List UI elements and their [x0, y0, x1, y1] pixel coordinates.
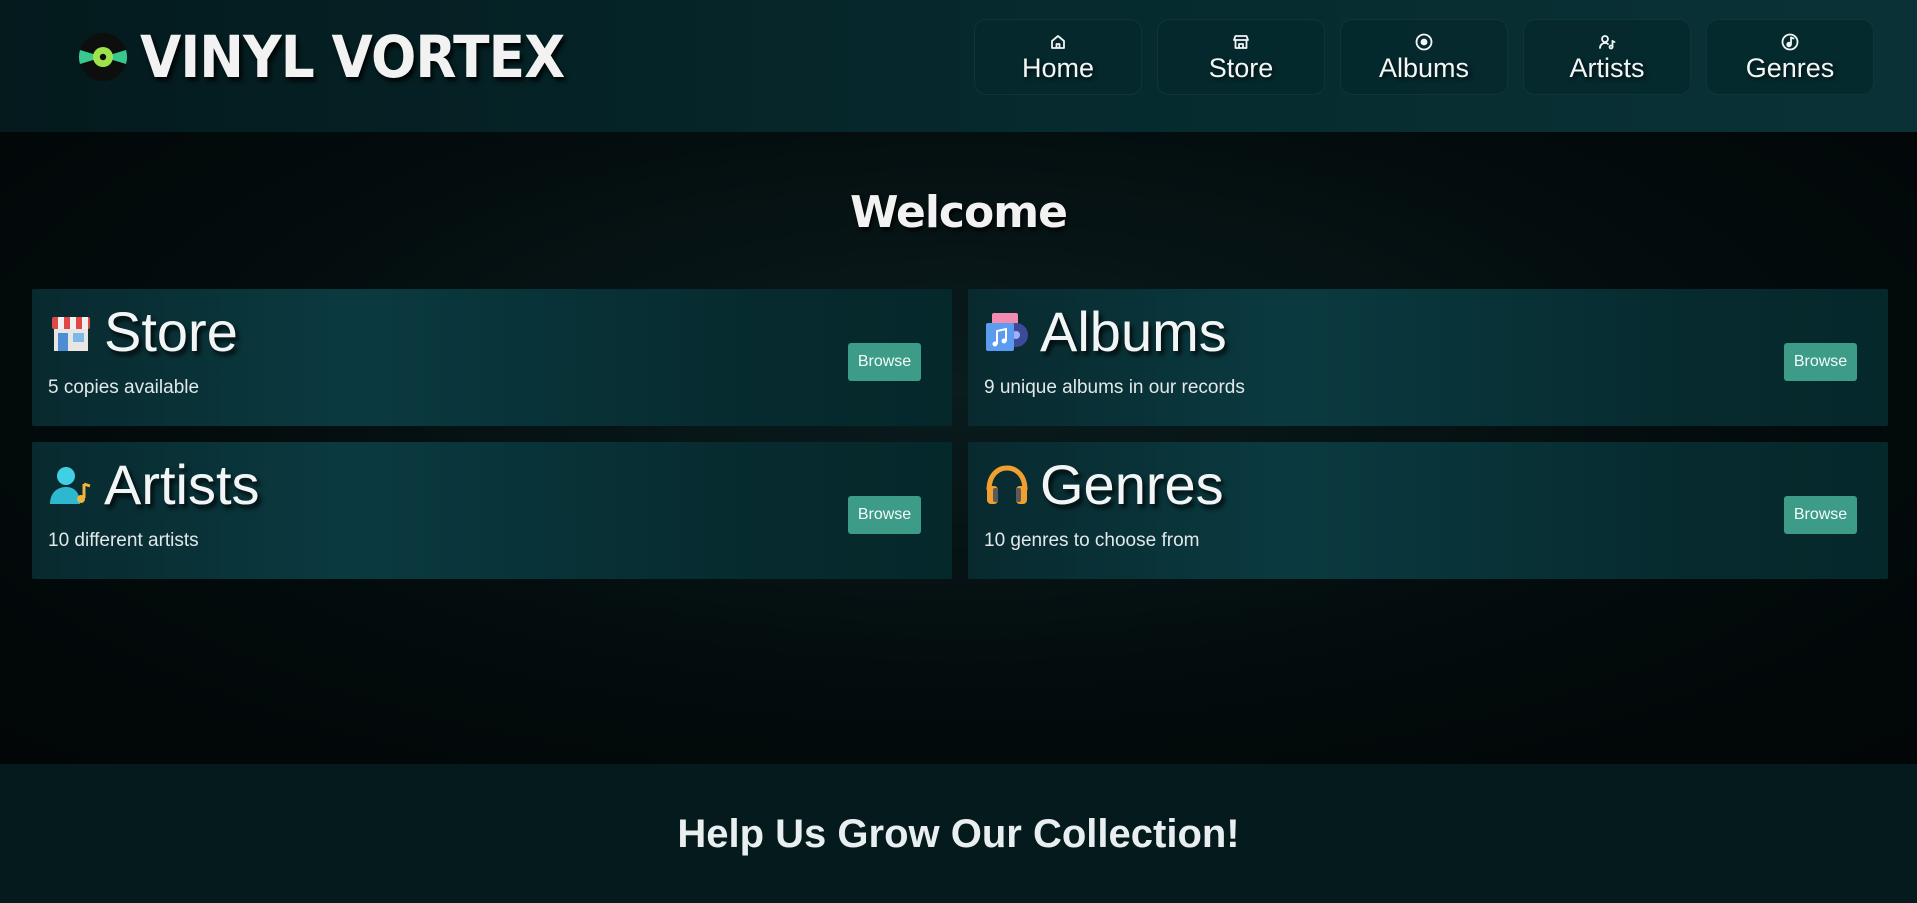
user-music-icon: [1599, 34, 1616, 49]
store-emoji-icon: [52, 317, 90, 351]
card-albums-description: 9 unique albums in our records: [984, 377, 1245, 398]
card-albums-name: Albums: [1040, 300, 1227, 363]
brand[interactable]: VINYL VORTEX: [78, 28, 601, 86]
site-header: VINYL VORTEX Home Store Albums Artists G…: [0, 0, 1917, 132]
card-artists-title: Artists: [48, 454, 260, 516]
contribute-heading: Help Us Grow Our Collection!: [677, 812, 1240, 856]
card-artists-description: 10 different artists: [48, 530, 199, 551]
card-artists-name: Artists: [104, 453, 260, 516]
main-nav: Home Store Albums Artists Genres: [974, 19, 1874, 95]
store-browse-button[interactable]: Browse: [848, 343, 921, 381]
home-icon: [1051, 34, 1065, 49]
card-genres-description: 10 genres to choose from: [984, 530, 1200, 551]
headphones-emoji-icon: [986, 465, 1028, 504]
nav-home[interactable]: Home: [974, 19, 1142, 95]
nav-albums-label: Albums: [1378, 52, 1470, 83]
disc-icon: [1415, 33, 1433, 50]
store-icon: [1233, 34, 1249, 49]
artist-emoji-icon: [50, 467, 91, 504]
card-artists: Artists 10 different artists Browse: [32, 442, 952, 579]
card-store-title: Store: [48, 301, 238, 363]
albums-emoji-icon: [986, 313, 1028, 351]
music-note-icon: [1781, 33, 1799, 50]
nav-artists-label: Artists: [1569, 52, 1645, 83]
card-genres-title: Genres: [984, 454, 1224, 516]
nav-genres[interactable]: Genres: [1706, 19, 1874, 95]
nav-artists[interactable]: Artists: [1523, 19, 1691, 95]
artists-browse-button[interactable]: Browse: [848, 496, 921, 534]
nav-albums[interactable]: Albums: [1340, 19, 1508, 95]
albums-browse-button[interactable]: Browse: [1784, 343, 1857, 381]
brand-name: VINYL VORTEX: [140, 23, 565, 91]
nav-home-label: Home: [1021, 52, 1095, 83]
vinyl-record-icon: [78, 33, 128, 81]
card-genres: Genres 10 genres to choose from Browse: [968, 442, 1888, 579]
card-store-description: 5 copies available: [48, 377, 200, 398]
welcome-heading: Welcome: [850, 187, 1068, 238]
card-store-name: Store: [104, 300, 238, 363]
card-store: Store 5 copies available Browse: [32, 289, 952, 426]
contribute-section: Help Us Grow Our Collection!: [0, 764, 1917, 903]
genres-browse-button[interactable]: Browse: [1784, 496, 1857, 534]
nav-store-label: Store: [1208, 52, 1274, 83]
card-albums: Albums 9 unique albums in our records Br…: [968, 289, 1888, 426]
nav-genres-label: Genres: [1745, 52, 1835, 83]
main-content: Welcome Store 5 copies available Browse: [0, 132, 1917, 764]
card-albums-title: Albums: [984, 301, 1227, 363]
nav-store[interactable]: Store: [1157, 19, 1325, 95]
card-genres-name: Genres: [1040, 453, 1224, 516]
